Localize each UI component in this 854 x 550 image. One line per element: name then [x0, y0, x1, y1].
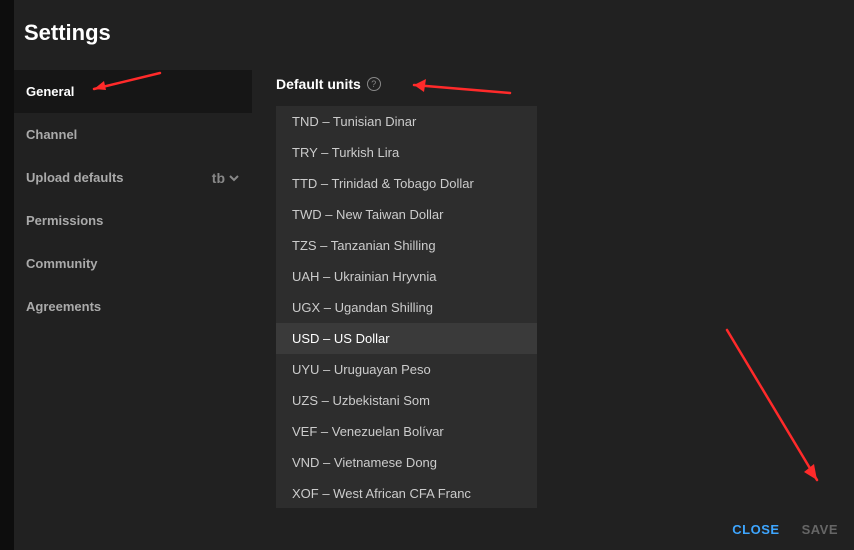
- sidebar-item-label: Community: [26, 256, 98, 271]
- sidebar: General Channel Upload defaults tb Permissio…: [14, 64, 252, 510]
- content-wrap: General Channel Upload defaults tb Permissio…: [14, 64, 854, 510]
- sidebar-item-channel[interactable]: Channel: [14, 113, 252, 156]
- currency-option[interactable]: UZS – Uzbekistani Som: [276, 385, 537, 416]
- sidebar-item-label: Permissions: [26, 213, 103, 228]
- currency-option[interactable]: VND – Vietnamese Dong: [276, 447, 537, 478]
- currency-option[interactable]: TTD – Trinidad & Tobago Dollar: [276, 168, 537, 199]
- footer-bar: CLOSE SAVE: [14, 508, 854, 550]
- save-button[interactable]: SAVE: [802, 522, 838, 537]
- page-title: Settings: [14, 0, 854, 64]
- currency-option[interactable]: TND – Tunisian Dinar: [276, 106, 537, 137]
- currency-option[interactable]: UYU – Uruguayan Peso: [276, 354, 537, 385]
- sidebar-item-agreements[interactable]: Agreements: [14, 285, 252, 328]
- sidebar-item-community[interactable]: Community: [14, 242, 252, 285]
- currency-option[interactable]: XOF – West African CFA Franc: [276, 478, 537, 509]
- currency-option[interactable]: TWD – New Taiwan Dollar: [276, 199, 537, 230]
- sidebar-item-label: Upload defaults: [26, 170, 124, 185]
- currency-option[interactable]: UGX – Ugandan Shilling: [276, 292, 537, 323]
- currency-option[interactable]: UAH – Ukrainian Hryvnia: [276, 261, 537, 292]
- currency-option[interactable]: TZS – Tanzanian Shilling: [276, 230, 537, 261]
- sidebar-item-permissions[interactable]: Permissions: [14, 199, 252, 242]
- help-icon[interactable]: ?: [367, 77, 381, 91]
- sidebar-item-label: General: [26, 84, 74, 99]
- tb-chevron-icon: tb: [212, 170, 240, 186]
- settings-modal: Settings General Channel Upload defaults tb…: [14, 0, 854, 510]
- close-button[interactable]: CLOSE: [732, 522, 779, 537]
- currency-option[interactable]: TRY – Turkish Lira: [276, 137, 537, 168]
- section-title: Default units: [276, 76, 361, 92]
- currency-dropdown[interactable]: TND – Tunisian DinarTRY – Turkish LiraTT…: [276, 106, 537, 528]
- section-heading: Default units ?: [276, 76, 830, 92]
- sidebar-item-label: Channel: [26, 127, 77, 142]
- currency-option[interactable]: VEF – Venezuelan Bolívar: [276, 416, 537, 447]
- sidebar-item-upload-defaults[interactable]: Upload defaults tb: [14, 156, 252, 199]
- sidebar-item-label: Agreements: [26, 299, 101, 314]
- sidebar-item-general[interactable]: General: [14, 70, 252, 113]
- main-panel: Default units ? TND – Tunisian DinarTRY …: [252, 64, 854, 510]
- currency-option[interactable]: USD – US Dollar: [276, 323, 537, 354]
